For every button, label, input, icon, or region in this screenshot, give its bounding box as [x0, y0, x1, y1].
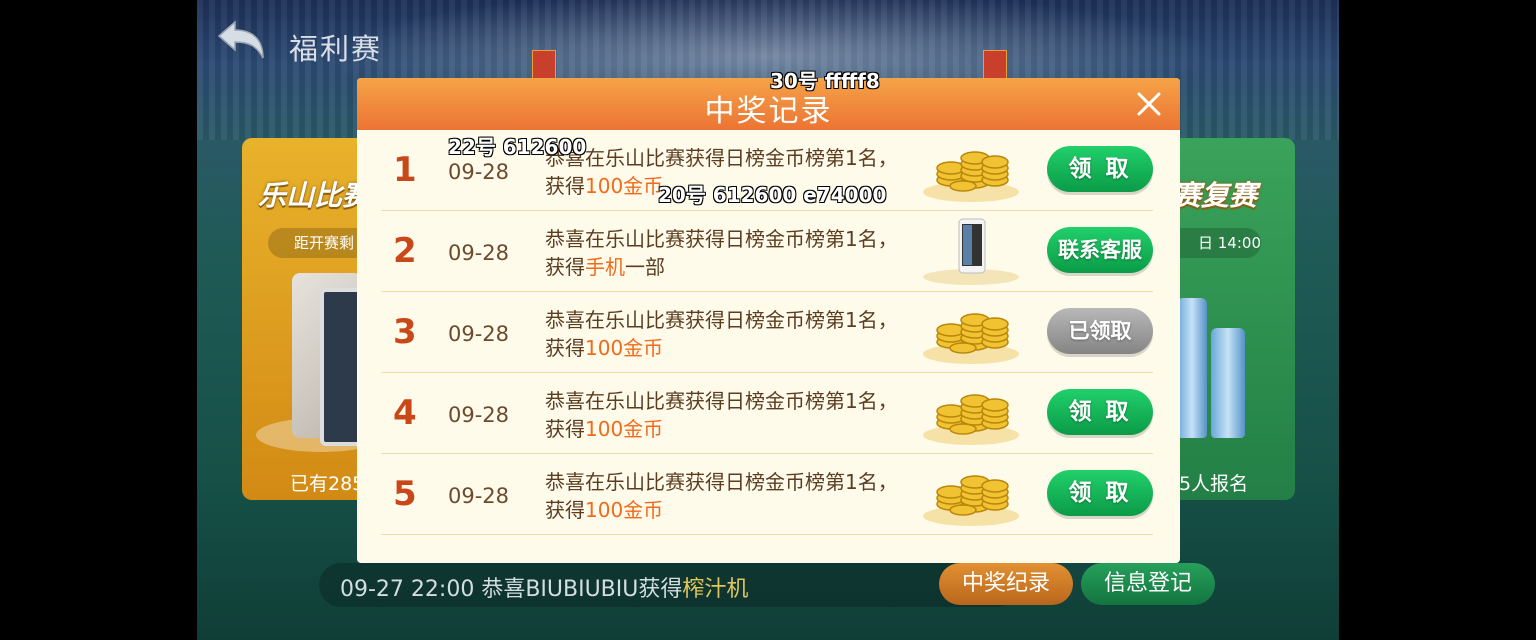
rank-number: 4: [393, 393, 417, 433]
prize-name: 手机: [585, 255, 625, 279]
claim-button[interactable]: 领 取: [1047, 146, 1153, 192]
prize-name: 100金币: [585, 174, 664, 198]
record-row: 3 09-28 恭喜在乐山比赛获得日榜金币榜第1名， 获得100金币 已领取: [381, 292, 1153, 373]
close-icon[interactable]: [1136, 91, 1162, 117]
prize-name: 100金币: [585, 498, 664, 522]
annotation-label: 20号 612600 e74000: [658, 183, 887, 207]
claim-button[interactable]: 领 取: [1047, 389, 1153, 435]
gold-coins-icon: [921, 377, 1021, 449]
record-date: 09-28: [448, 484, 510, 508]
record-description: 恭喜在乐山比赛获得日榜金币榜第1名， 获得100金币: [545, 389, 898, 441]
claimed-button: 已领取: [1047, 308, 1153, 354]
gold-coins-icon: [921, 296, 1021, 368]
record-date: 09-28: [448, 403, 510, 427]
prize-name: 100金币: [585, 417, 664, 441]
gold-coins-icon: [921, 458, 1021, 530]
rank-number: 5: [393, 474, 417, 514]
record-date: 09-28: [448, 241, 510, 265]
record-row: 4 09-28 恭喜在乐山比赛获得日榜金币榜第1名， 获得100金币 领 取: [381, 373, 1153, 454]
record-date: 09-28: [448, 160, 510, 184]
modal-title: 中奖记录: [704, 94, 833, 129]
modal-overlay: 中奖记录 1 09-28 恭喜在乐山比赛获得日榜金币榜第1名， 获得100金币领 取2…: [0, 0, 1536, 640]
record-date: 09-28: [448, 322, 510, 346]
rank-number: 1: [393, 150, 417, 190]
record-description: 恭喜在乐山比赛获得日榜金币榜第1名， 获得手机一部: [545, 227, 898, 279]
annotation-label: 22号 612600: [448, 135, 587, 159]
record-description: 恭喜在乐山比赛获得日榜金币榜第1名， 获得100金币: [545, 470, 898, 522]
record-description: 恭喜在乐山比赛获得日榜金币榜第1名， 获得100金币: [545, 308, 898, 360]
modal-header: 中奖记录: [357, 78, 1180, 130]
gold-coins-icon: [921, 134, 1021, 206]
prize-name: 100金币: [585, 336, 664, 360]
phone-icon: [921, 215, 1021, 287]
contact-service-button[interactable]: 联系客服: [1047, 227, 1153, 273]
rank-number: 3: [393, 312, 417, 352]
claim-button[interactable]: 领 取: [1047, 470, 1153, 516]
record-row: 2 09-28 恭喜在乐山比赛获得日榜金币榜第1名， 获得手机一部 联系客服: [381, 211, 1153, 292]
record-row: 5 09-28 恭喜在乐山比赛获得日榜金币榜第1名， 获得100金币 领 取: [381, 454, 1153, 535]
rank-number: 2: [393, 231, 417, 271]
annotation-label: 30号 fffff8: [770, 69, 880, 93]
